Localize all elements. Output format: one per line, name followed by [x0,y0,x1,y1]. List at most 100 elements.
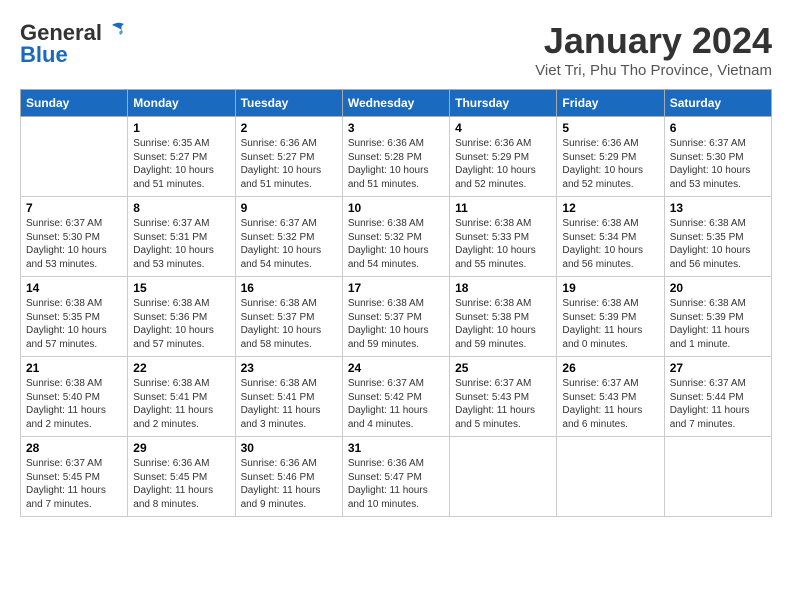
day-number: 18 [455,281,551,295]
calendar-cell: 3 Sunrise: 6:36 AM Sunset: 5:28 PM Daylig… [342,117,449,197]
calendar-cell: 18 Sunrise: 6:38 AM Sunset: 5:38 PM Dayli… [450,277,557,357]
column-header-wednesday: Wednesday [342,90,449,117]
calendar-cell: 20 Sunrise: 6:38 AM Sunset: 5:39 PM Dayli… [664,277,771,357]
day-info: Sunrise: 6:38 AM Sunset: 5:35 PM Dayligh… [670,217,766,271]
day-number: 10 [348,201,444,215]
day-info: Sunrise: 6:38 AM Sunset: 5:33 PM Dayligh… [455,217,551,271]
day-info: Sunrise: 6:38 AM Sunset: 5:41 PM Dayligh… [241,377,337,431]
month-title: January 2024 [535,20,772,62]
day-info: Sunrise: 6:38 AM Sunset: 5:32 PM Dayligh… [348,217,444,271]
calendar-cell: 23Sunrise: 6:38 AM Sunset: 5:41 PM Dayli… [235,357,342,437]
day-info: Sunrise: 6:36 AM Sunset: 5:29 PM Dayligh… [455,137,551,191]
day-number: 17 [348,281,444,295]
calendar-cell: 11 Sunrise: 6:38 AM Sunset: 5:33 PM Dayli… [450,197,557,277]
calendar-cell: 12 Sunrise: 6:38 AM Sunset: 5:34 PM Dayli… [557,197,664,277]
calendar-cell: 22Sunrise: 6:38 AM Sunset: 5:41 PM Dayli… [128,357,235,437]
column-header-friday: Friday [557,90,664,117]
calendar-cell: 1Sunrise: 6:35 AM Sunset: 5:27 PM Daylig… [128,117,235,197]
week-row-2: 7Sunrise: 6:37 AM Sunset: 5:30 PM Daylig… [21,197,772,277]
day-number: 29 [133,441,229,455]
day-info: Sunrise: 6:37 AM Sunset: 5:43 PM Dayligh… [455,377,551,431]
day-number: 13 [670,201,766,215]
calendar-cell: 24 Sunrise: 6:37 AM Sunset: 5:42 PM Dayli… [342,357,449,437]
day-number: 27 [670,361,766,375]
calendar-cell: 28 Sunrise: 6:37 AM Sunset: 5:45 PM Dayli… [21,437,128,517]
day-number: 5 [562,121,658,135]
title-block: January 2024 Viet Tri, Phu Tho Province,… [535,20,772,79]
day-number: 31 [348,441,444,455]
day-info: Sunrise: 6:38 AM Sunset: 5:37 PM Dayligh… [241,297,337,351]
day-info: Sunrise: 6:38 AM Sunset: 5:41 PM Dayligh… [133,377,229,431]
calendar-cell: 7Sunrise: 6:37 AM Sunset: 5:30 PM Daylig… [21,197,128,277]
day-number: 12 [562,201,658,215]
day-info: Sunrise: 6:37 AM Sunset: 5:42 PM Dayligh… [348,377,444,431]
calendar-table: SundayMondayTuesdayWednesdayThursdayFrid… [20,89,772,517]
week-row-1: 1Sunrise: 6:35 AM Sunset: 5:27 PM Daylig… [21,117,772,197]
day-number: 8 [133,201,229,215]
day-number: 2 [241,121,337,135]
day-info: Sunrise: 6:36 AM Sunset: 5:46 PM Dayligh… [241,457,337,511]
calendar-cell: 25 Sunrise: 6:37 AM Sunset: 5:43 PM Dayli… [450,357,557,437]
calendar-cell: 13 Sunrise: 6:38 AM Sunset: 5:35 PM Dayli… [664,197,771,277]
day-info: Sunrise: 6:37 AM Sunset: 5:30 PM Dayligh… [26,217,122,271]
day-info: Sunrise: 6:37 AM Sunset: 5:32 PM Dayligh… [241,217,337,271]
day-info: Sunrise: 6:37 AM Sunset: 5:44 PM Dayligh… [670,377,766,431]
day-number: 11 [455,201,551,215]
calendar-cell: 5 Sunrise: 6:36 AM Sunset: 5:29 PM Daylig… [557,117,664,197]
day-number: 14 [26,281,122,295]
calendar-cell: 8 Sunrise: 6:37 AM Sunset: 5:31 PM Daylig… [128,197,235,277]
day-number: 15 [133,281,229,295]
logo-blue-text: Blue [20,42,68,68]
day-number: 25 [455,361,551,375]
day-number: 9 [241,201,337,215]
calendar-cell: 14 Sunrise: 6:38 AM Sunset: 5:35 PM Dayli… [21,277,128,357]
calendar-cell: 27 Sunrise: 6:37 AM Sunset: 5:44 PM Dayli… [664,357,771,437]
day-number: 20 [670,281,766,295]
day-number: 19 [562,281,658,295]
day-number: 26 [562,361,658,375]
calendar-cell [450,437,557,517]
calendar-cell: 30Sunrise: 6:36 AM Sunset: 5:46 PM Dayli… [235,437,342,517]
week-row-4: 21 Sunrise: 6:38 AM Sunset: 5:40 PM Dayli… [21,357,772,437]
calendar-cell: 9 Sunrise: 6:37 AM Sunset: 5:32 PM Daylig… [235,197,342,277]
calendar-cell: 4 Sunrise: 6:36 AM Sunset: 5:29 PM Daylig… [450,117,557,197]
week-row-5: 28 Sunrise: 6:37 AM Sunset: 5:45 PM Dayli… [21,437,772,517]
column-header-monday: Monday [128,90,235,117]
day-number: 3 [348,121,444,135]
calendar-cell: 2Sunrise: 6:36 AM Sunset: 5:27 PM Daylig… [235,117,342,197]
calendar-cell [557,437,664,517]
day-info: Sunrise: 6:38 AM Sunset: 5:34 PM Dayligh… [562,217,658,271]
day-number: 16 [241,281,337,295]
day-info: Sunrise: 6:38 AM Sunset: 5:36 PM Dayligh… [133,297,229,351]
day-number: 28 [26,441,122,455]
column-header-thursday: Thursday [450,90,557,117]
calendar-cell: 19Sunrise: 6:38 AM Sunset: 5:39 PM Dayli… [557,277,664,357]
day-info: Sunrise: 6:37 AM Sunset: 5:30 PM Dayligh… [670,137,766,191]
logo-bird-icon [104,21,126,41]
day-info: Sunrise: 6:37 AM Sunset: 5:31 PM Dayligh… [133,217,229,271]
column-header-sunday: Sunday [21,90,128,117]
calendar-cell: 6 Sunrise: 6:37 AM Sunset: 5:30 PM Daylig… [664,117,771,197]
week-row-3: 14 Sunrise: 6:38 AM Sunset: 5:35 PM Dayli… [21,277,772,357]
day-info: Sunrise: 6:38 AM Sunset: 5:35 PM Dayligh… [26,297,122,351]
day-info: Sunrise: 6:38 AM Sunset: 5:39 PM Dayligh… [670,297,766,351]
calendar-cell [664,437,771,517]
day-info: Sunrise: 6:38 AM Sunset: 5:37 PM Dayligh… [348,297,444,351]
calendar-cell: 29 Sunrise: 6:36 AM Sunset: 5:45 PM Dayli… [128,437,235,517]
day-info: Sunrise: 6:37 AM Sunset: 5:43 PM Dayligh… [562,377,658,431]
day-number: 6 [670,121,766,135]
day-info: Sunrise: 6:36 AM Sunset: 5:29 PM Dayligh… [562,137,658,191]
day-info: Sunrise: 6:37 AM Sunset: 5:45 PM Dayligh… [26,457,122,511]
calendar-cell: 21 Sunrise: 6:38 AM Sunset: 5:40 PM Dayli… [21,357,128,437]
calendar-cell: 17 Sunrise: 6:38 AM Sunset: 5:37 PM Dayli… [342,277,449,357]
day-number: 21 [26,361,122,375]
day-info: Sunrise: 6:38 AM Sunset: 5:40 PM Dayligh… [26,377,122,431]
page-header: General Blue January 2024 Viet Tri, Phu … [20,20,772,79]
day-info: Sunrise: 6:36 AM Sunset: 5:28 PM Dayligh… [348,137,444,191]
day-info: Sunrise: 6:38 AM Sunset: 5:38 PM Dayligh… [455,297,551,351]
day-number: 4 [455,121,551,135]
calendar-cell: 31Sunrise: 6:36 AM Sunset: 5:47 PM Dayli… [342,437,449,517]
day-number: 24 [348,361,444,375]
day-info: Sunrise: 6:36 AM Sunset: 5:45 PM Dayligh… [133,457,229,511]
column-header-tuesday: Tuesday [235,90,342,117]
